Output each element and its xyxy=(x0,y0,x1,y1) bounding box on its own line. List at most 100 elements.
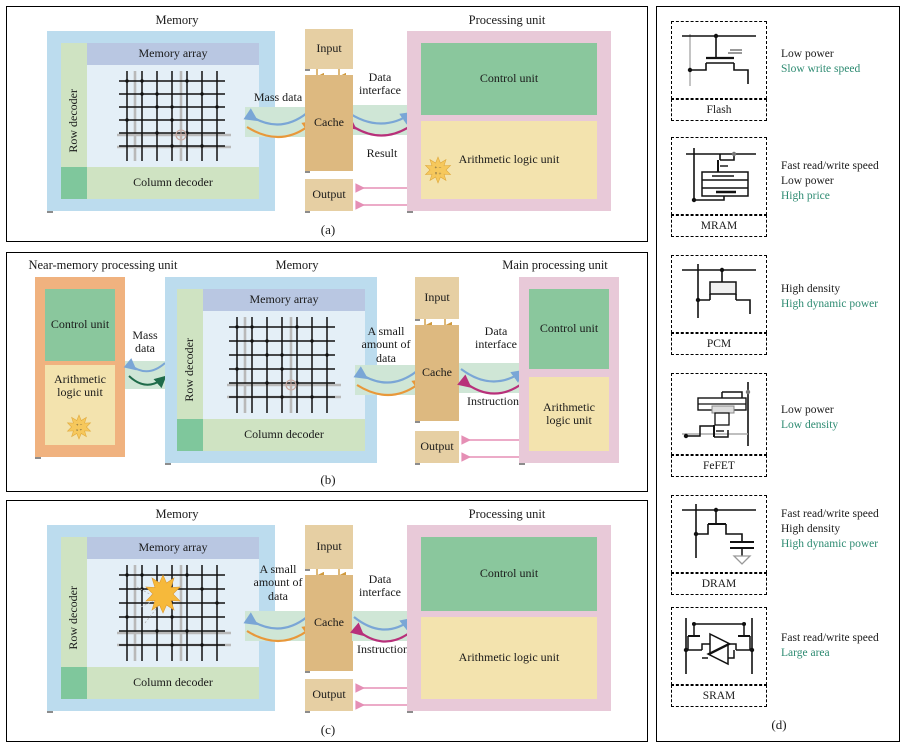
dram-spec-1: High density xyxy=(781,522,841,535)
panel-c-cache-label: Cache xyxy=(314,615,344,630)
sram-spec-1: Large area xyxy=(781,646,830,659)
bus-arrows-right xyxy=(342,110,414,137)
dram-1t1c-icon xyxy=(682,504,756,565)
panel-b-cache-label: Cache xyxy=(422,365,452,380)
mram-spec-0: Fast read/write speed xyxy=(781,160,879,172)
column-decoder-corner xyxy=(61,167,87,199)
panel-c-crossbar-array-icon xyxy=(117,565,231,661)
column-decoder: Column decoder xyxy=(87,167,259,199)
spec-flash: Low power Slow write speed xyxy=(781,47,897,77)
flash-transistor-icon xyxy=(682,33,756,86)
cell-flash-symbol xyxy=(671,21,767,99)
cache-label: Cache xyxy=(314,115,344,130)
mram-label: MRAM xyxy=(700,220,738,232)
mram-spec-2: High price xyxy=(781,189,830,202)
panel-b-output-box: Output xyxy=(415,431,459,463)
input-label: Input xyxy=(316,41,342,56)
sram-label: SRAM xyxy=(702,690,736,702)
panel-c-alu: Arithmetic logic unit xyxy=(421,617,597,699)
panel-b-control-unit-label: Control unit xyxy=(539,321,599,336)
flash-spec-0: Low power xyxy=(781,48,834,60)
flash-label: Flash xyxy=(706,104,732,116)
cell-pcm-symbol xyxy=(671,255,767,333)
panel-b: Near-memory processing unit Memory Main … xyxy=(6,252,648,492)
mram-spec-1: Low power xyxy=(781,174,834,187)
alu-label: Arithmetic logic unit xyxy=(458,152,560,167)
nmp-bus-arrows-icon xyxy=(123,358,167,389)
flash-spec-1: Slow write speed xyxy=(781,62,861,75)
fefet-spec-1: Low density xyxy=(781,418,839,431)
panel-c-control-unit: Control unit xyxy=(421,537,597,611)
input-box: Input xyxy=(305,29,353,69)
nmp-alu-starburst-icon: + − × ÷ xyxy=(66,414,92,440)
output-box: Output xyxy=(305,179,353,211)
panel-c-memory-array-header: Memory array xyxy=(87,537,259,559)
svg-text:+ −: + − xyxy=(76,422,83,427)
panel-b-alu-label: Arithmetic logic unit xyxy=(543,399,595,427)
panel-b-column-decoder-label: Column decoder xyxy=(244,427,324,442)
figure-root: Memory Processing unit Row decoder Memor… xyxy=(0,0,906,748)
row-decoder-label: Row decoder xyxy=(66,89,81,153)
panel-b-column-decoder: Column decoder xyxy=(203,419,365,451)
panel-c-result-arrows-icon xyxy=(355,683,413,710)
svg-text:+ −: + − xyxy=(435,166,442,171)
panel-a-memory-title: Memory xyxy=(155,13,199,27)
panel-b-nmp-title: Near-memory processing unit xyxy=(28,258,178,272)
cell-dram-symbol xyxy=(671,495,767,573)
memory-array-header: Memory array xyxy=(87,43,259,65)
panel-b-cache-box: Cache xyxy=(415,325,459,421)
column-decoder-label: Column decoder xyxy=(133,175,213,190)
panel-b-output-label: Output xyxy=(420,439,454,454)
pcm-resistor-icon xyxy=(682,264,756,318)
panel-a-result-label: Result xyxy=(366,146,398,160)
panel-b-input-box: Input xyxy=(415,277,459,319)
panel-b-memory-array-header: Memory array xyxy=(203,289,365,311)
cell-sram-symbol xyxy=(671,607,767,685)
nmp-control-unit: Control unit xyxy=(45,289,115,361)
cell-sram-name: SRAM xyxy=(671,685,767,707)
panel-c-memory-title: Memory xyxy=(155,507,199,521)
dram-label: DRAM xyxy=(701,578,737,590)
panel-c-alu-label: Arithmetic logic unit xyxy=(458,650,560,665)
output-label: Output xyxy=(312,187,346,202)
panel-a-processing-title: Processing unit xyxy=(468,13,546,27)
cell-fefet-name: FeFET xyxy=(671,455,767,477)
panel-c-caption: (c) xyxy=(320,722,336,737)
nmp-alu-label: Arithmetic logic unit xyxy=(54,372,106,400)
panel-b-mass-data-label: Mass data xyxy=(132,328,158,356)
spec-dram: Fast read/write speed High density High … xyxy=(781,507,901,552)
nmp-control-unit-label: Control unit xyxy=(50,317,110,332)
panel-c-bus-arrows-left xyxy=(243,612,316,642)
panel-b-input-label: Input xyxy=(424,290,450,305)
panel-c-input-label: Input xyxy=(316,539,342,554)
svg-text:× ÷: × ÷ xyxy=(76,428,83,433)
panel-d-caption: (d) xyxy=(771,717,787,732)
memory-array-label: Memory array xyxy=(138,46,208,61)
mram-mtj-icon xyxy=(686,148,756,203)
spec-pcm: High density High dynamic power xyxy=(781,282,901,312)
pcm-spec-1: High dynamic power xyxy=(781,297,879,310)
panel-a-caption: (a) xyxy=(320,222,336,237)
panel-c-data-interface-label: Data interface xyxy=(359,572,401,600)
panel-b-memory-array-label: Memory array xyxy=(249,292,319,307)
panel-c-cache-box: Cache xyxy=(305,575,353,671)
cache-box: Cache xyxy=(305,75,353,171)
dram-spec-0: Fast read/write speed xyxy=(781,508,879,520)
panel-b-alu: Arithmetic logic unit xyxy=(529,377,609,451)
sram-6t-icon xyxy=(683,618,755,674)
fefet-icon xyxy=(682,382,751,446)
spec-fefet: Low power Low density xyxy=(781,403,901,433)
panel-b-memory-title: Memory xyxy=(275,258,319,272)
panel-a: Memory Processing unit Row decoder Memor… xyxy=(6,6,648,242)
panel-c-processing-title: Processing unit xyxy=(468,507,546,521)
result-arrows-icon xyxy=(355,183,413,210)
cell-dram-name: DRAM xyxy=(671,573,767,595)
panel-d: Flash Low power Slow write speed MRAM Fa… xyxy=(656,6,900,742)
cell-mram-name: MRAM xyxy=(671,215,767,237)
cell-fefet-symbol xyxy=(671,373,767,455)
panel-b-caption: (b) xyxy=(320,472,336,487)
panel-a-mass-data-label: Mass data xyxy=(253,90,303,104)
panel-c-column-decoder-label: Column decoder xyxy=(133,675,213,690)
panel-c-column-decoder: Column decoder xyxy=(87,667,259,699)
panel-b-crossbar-array-icon xyxy=(227,317,341,413)
